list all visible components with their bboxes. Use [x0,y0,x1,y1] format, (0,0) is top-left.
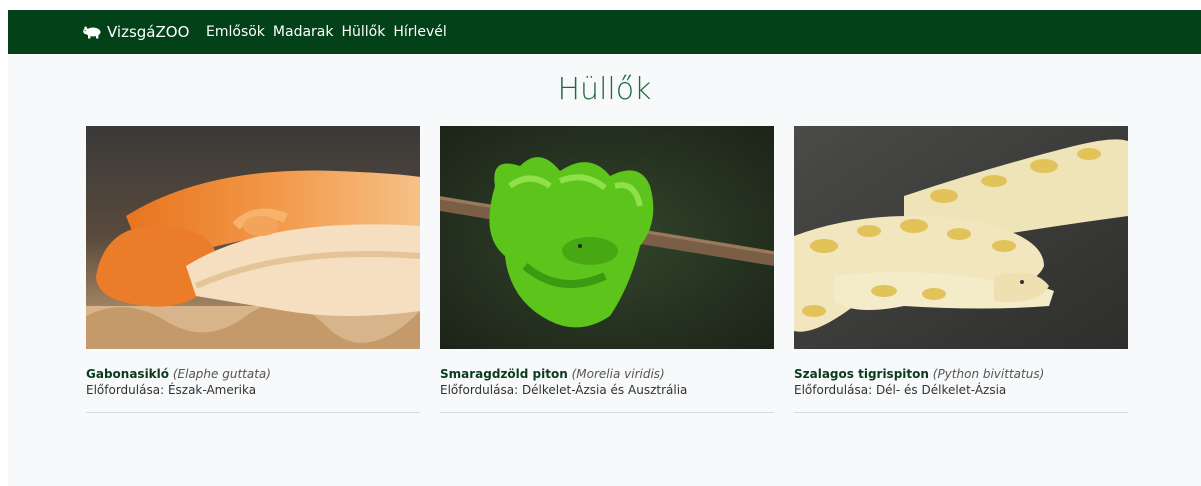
animal-card-smaragdzold-piton: Smaragdzöld piton (Morelia viridis) Előf… [440,126,774,413]
nav-link-hullok[interactable]: Hüllők [341,24,385,40]
animal-name-line: Gabonasikló (Elaphe guttata) [86,366,420,382]
hippo-logo-icon [83,26,101,39]
navbar: VizsgáZOO Emlősök Madarak Hüllők Hírlevé… [8,10,1201,54]
brand-name: VizsgáZOO [107,23,190,41]
animal-name: Smaragdzöld piton [440,367,568,381]
animal-name-line: Szalagos tigrispiton (Python bivittatus) [794,366,1128,382]
animal-region-line: Előfordulása: Dél- és Délkelet-Ázsia [794,382,1128,399]
region-label: Előfordulása: [440,383,519,397]
card-divider [440,412,774,413]
animal-latin-name: (Elaphe guttata) [172,367,271,381]
animal-name: Szalagos tigrispiton [794,367,929,381]
animal-latin-name: (Morelia viridis) [571,367,665,381]
nav-links: Emlősök Madarak Hüllők Hírlevél [206,10,447,54]
nav-link-emlosok[interactable]: Emlősök [206,24,265,40]
region-label: Előfordulása: [794,383,873,397]
nav-link-hirlevel[interactable]: Hírlevél [393,24,446,40]
region-label: Előfordulása: [86,383,165,397]
brand-link[interactable]: VizsgáZOO [83,10,189,54]
animal-latin-name: (Python bivittatus) [932,367,1045,381]
nav-link-madarak[interactable]: Madarak [273,24,334,40]
region-value: Észak-Amerika [167,383,257,397]
page-frame: VizsgáZOO Emlősök Madarak Hüllők Hírlevé… [8,10,1201,486]
burmese-python-photo [794,126,1128,349]
animal-card-gabonasiklo: Gabonasikló (Elaphe guttata) Előfordulás… [86,126,420,413]
animal-card-szalagos-tigrispiton: Szalagos tigrispiton (Python bivittatus)… [794,126,1128,413]
card-divider [86,412,420,413]
corn-snake-photo [86,126,420,349]
green-tree-python-photo [440,126,774,349]
animal-region-line: Előfordulása: Észak-Amerika [86,382,420,399]
card-divider [794,412,1128,413]
animal-name: Gabonasikló [86,367,170,381]
region-value: Délkelet-Ázsia és Ausztrália [521,383,688,397]
page-title: Hüllők [557,72,652,107]
animal-name-line: Smaragdzöld piton (Morelia viridis) [440,366,774,382]
animal-region-line: Előfordulása: Délkelet-Ázsia és Ausztrál… [440,382,774,399]
region-value: Dél- és Délkelet-Ázsia [875,383,1007,397]
